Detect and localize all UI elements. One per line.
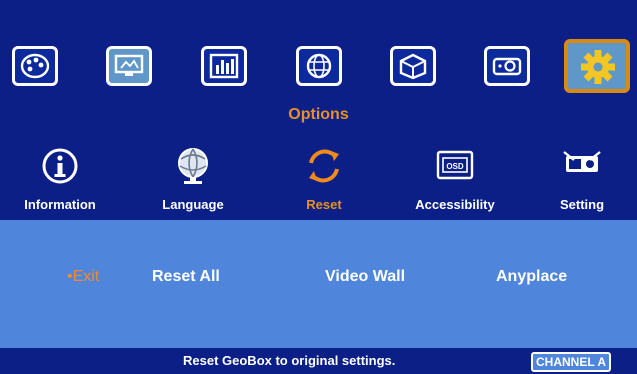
submenu-accessibility[interactable]: OSD Accessibility [400,146,510,216]
status-message: Reset GeoBox to original settings. [183,353,396,368]
option-anyplace[interactable]: Anyplace [496,268,567,286]
top-menu-projector[interactable] [484,46,530,86]
reset-icon [309,149,339,183]
option-label: Exit [72,268,100,285]
top-menu-options[interactable] [564,39,630,93]
submenu-reset[interactable]: Reset [269,146,379,216]
submenu-language[interactable]: Language [138,146,248,216]
submenu-setting[interactable]: Setting [527,146,637,216]
option-video-wall[interactable]: Video Wall [325,268,405,286]
osd-icon: OSD [436,150,474,180]
option-exit[interactable]: •Exit [67,268,99,286]
monitor-icon [114,54,144,76]
option-label: Anyplace [496,268,568,285]
option-label: Video Wall [325,268,406,285]
page-title: Options [288,106,349,123]
submenu-label: Information [24,197,96,212]
gear-icon [581,50,615,84]
top-menu-color[interactable] [12,46,58,86]
submenu-label: Reset [306,197,342,212]
palette-icon [20,53,50,79]
top-menu-network[interactable] [296,46,342,86]
globe-icon [306,53,332,79]
options-panel: •Exit Reset All Video Wall Anyplace [0,220,637,348]
submenu-label: Accessibility [415,197,495,212]
top-menu-bar [0,0,637,100]
3d-cube-icon [399,53,427,80]
top-menu-display[interactable] [106,46,152,86]
submenu-information[interactable]: Information [5,146,115,216]
channel-badge: CHANNEL A [531,352,612,372]
option-label: Reset All [152,268,220,285]
status-bar: Reset GeoBox to original settings. CHANN… [0,350,637,374]
option-reset-all[interactable]: Reset All [152,268,220,286]
globe-icon [178,148,208,184]
top-menu-audio[interactable] [201,46,247,86]
submenu-label: Setting [559,197,605,212]
svg-text:OSD: OSD [446,162,464,171]
osd-menu: Options Information Language Reset OSD A… [0,0,637,374]
projector-setting-icon [563,151,601,172]
info-icon [42,148,78,184]
projector-icon [492,57,522,76]
top-menu-3d[interactable] [390,46,436,86]
submenu-label: Language [162,197,224,212]
equalizer-icon [209,53,239,79]
